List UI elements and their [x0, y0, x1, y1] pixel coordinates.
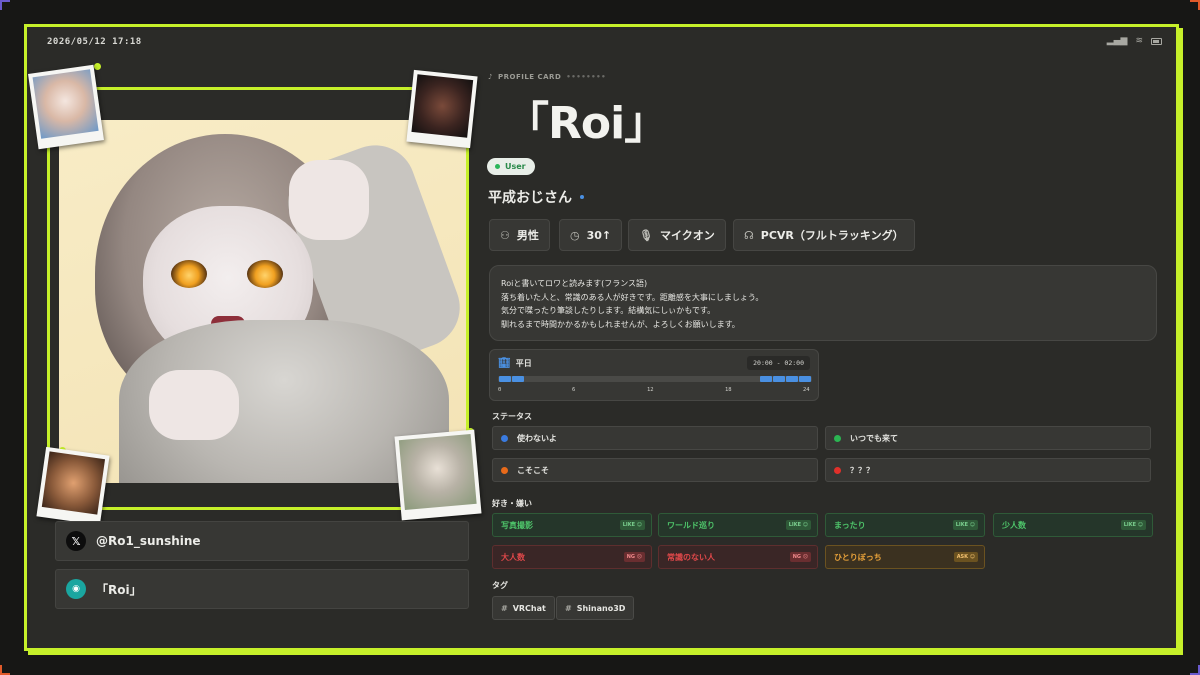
bio-box: Roiと書いてロワと読みます(フランス語) 落ち着いた人と、常識のある人が好きで…: [489, 265, 1157, 341]
status-item[interactable]: こそこそ: [492, 458, 818, 482]
tags-title: タグ: [492, 581, 508, 590]
vrchat-icon: ◉: [66, 579, 86, 599]
music-note-icon: ♪: [488, 73, 493, 81]
status-item[interactable]: ？？？: [825, 458, 1151, 482]
x-handle: @Ro1_sunshine: [96, 534, 201, 548]
likes-title: 好き・嫌い: [492, 499, 532, 508]
subname-dot: [580, 195, 584, 199]
chip-age: ◷ 30↑: [559, 219, 623, 251]
status-icons: ▂▄▆ ≋: [1107, 36, 1162, 46]
headset-icon: ☊: [744, 228, 754, 242]
ask-item: ひとりぼっち ASK ☺: [825, 545, 985, 569]
chip-mic: 🎙︎ マイクオン: [628, 219, 726, 251]
orange-dot: [501, 466, 508, 474]
chip-platform: ☊ PCVR（フルトラッキング）: [733, 219, 915, 251]
mic-icon: 🎙︎: [639, 228, 653, 242]
green-dot: [834, 434, 841, 442]
chip-gender: ⚇ 男性: [489, 219, 550, 251]
schedule-segment: [773, 376, 786, 382]
status-time: 2026/05/12 17:18: [47, 37, 142, 47]
battery-icon: [1151, 37, 1162, 45]
like-item: ワールド巡り LIKE ☺: [658, 513, 818, 537]
person-icon: ⚇: [500, 228, 510, 242]
subname-row: 平成おじさん: [488, 187, 584, 207]
polaroid-photo[interactable]: [406, 69, 478, 149]
signal-icon: ▂▄▆: [1106, 36, 1128, 46]
schedule-segment: [760, 376, 773, 382]
corner-accent: [1190, 0, 1200, 10]
red-dot: [834, 466, 841, 474]
schedule-segment: [799, 376, 812, 382]
schedule-time-range: 20:00 - 02:00: [747, 356, 810, 370]
profile-card-label: ♪ PROFILE CARD ••••••••: [488, 73, 607, 81]
hash-icon: #: [501, 603, 508, 613]
schedule-segment: [498, 376, 511, 382]
main-avatar-photo: [59, 120, 466, 483]
like-item: まったり LIKE ☺: [825, 513, 985, 537]
dislike-item: 常識のない人 NG ☹: [658, 545, 818, 569]
corner-accent: [0, 665, 10, 675]
polaroid-photo[interactable]: [36, 446, 110, 526]
status-item[interactable]: 使わないよ: [492, 426, 818, 450]
vrchat-name: 「Roi」: [96, 582, 142, 597]
frame-dot: [94, 63, 101, 70]
status-title: ステータス: [492, 412, 532, 421]
subname: 平成おじさん: [488, 190, 572, 206]
status-dot: [495, 164, 500, 169]
profile-card: 2026/05/12 17:18 ▂▄▆ ≋ 𝕏 @Ro1_sunshine ◉…: [24, 24, 1179, 651]
polaroid-photo[interactable]: [394, 429, 482, 521]
blue-dot: [501, 434, 508, 442]
corner-accent: [0, 0, 10, 10]
tag-chip[interactable]: # Shinano3D: [556, 596, 635, 620]
schedule-segment: [786, 376, 799, 382]
building-icon: 🏢︎: [498, 358, 511, 369]
status-item[interactable]: いつでも来て: [825, 426, 1151, 450]
role-badge: User: [487, 158, 535, 175]
x-profile-link[interactable]: 𝕏 @Ro1_sunshine: [55, 521, 469, 561]
schedule-panel: 🏢︎ 平日 20:00 - 02:00 0 6 12 18 24: [489, 349, 819, 401]
hash-icon: #: [565, 603, 572, 613]
wifi-icon: ≋: [1135, 36, 1143, 46]
tag-chip[interactable]: # VRChat: [492, 596, 555, 620]
clock-icon: ◷: [570, 228, 580, 242]
x-logo-icon: 𝕏: [66, 531, 86, 551]
dislike-item: 大人数 NG ☹: [492, 545, 652, 569]
like-item: 少人数 LIKE ☺: [993, 513, 1153, 537]
profile-name: 「Roi」: [505, 98, 668, 149]
corner-accent: [1190, 665, 1200, 675]
like-item: 写真撮影 LIKE ☺: [492, 513, 652, 537]
schedule-segment: [511, 376, 524, 382]
polaroid-photo[interactable]: [28, 64, 104, 150]
vrchat-profile-link[interactable]: ◉ 「Roi」: [55, 569, 469, 609]
schedule-bar: [498, 376, 812, 382]
